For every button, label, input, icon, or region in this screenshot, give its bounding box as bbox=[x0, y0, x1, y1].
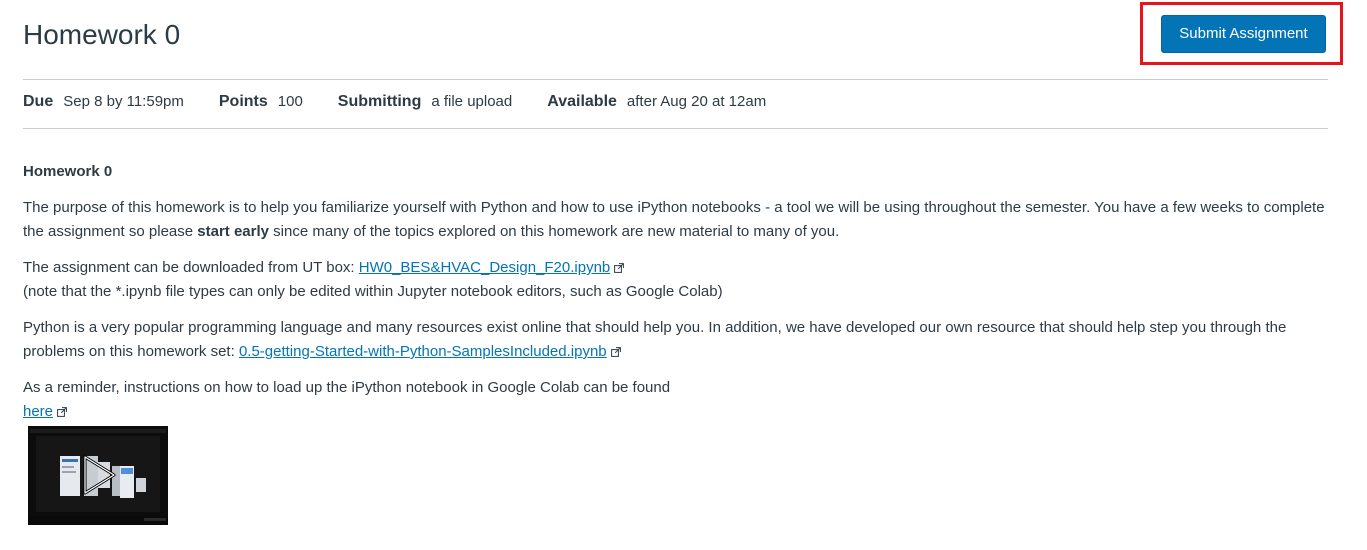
divider bbox=[23, 128, 1328, 129]
due-detail: Due Sep 8 by 11:59pm bbox=[23, 93, 184, 111]
file-type-note: (note that the *.ipynb file types can on… bbox=[23, 283, 723, 300]
external-link-icon bbox=[610, 347, 621, 357]
submitting-detail: Submitting a file upload bbox=[338, 93, 512, 111]
paragraph-text: Python is a very popular programming lan… bbox=[23, 319, 1287, 360]
available-label: Available bbox=[547, 93, 617, 110]
page-title: Homework 0 bbox=[23, 19, 181, 50]
video-preview-image bbox=[28, 426, 168, 525]
external-link-icon bbox=[614, 263, 625, 273]
python-resource-link[interactable]: 0.5-getting-Started-with-Python-SamplesI… bbox=[239, 343, 607, 360]
points-detail: Points 100 bbox=[219, 93, 303, 111]
points-value: 100 bbox=[277, 93, 303, 110]
description-heading: Homework 0 bbox=[23, 163, 113, 180]
assignment-description: Homework 0 The purpose of this homework … bbox=[23, 160, 1328, 436]
video-thumbnail[interactable] bbox=[28, 426, 168, 525]
divider bbox=[23, 79, 1328, 80]
due-label: Due bbox=[23, 93, 54, 110]
external-link-icon bbox=[57, 407, 67, 417]
paragraph-text: since many of the topics explored on thi… bbox=[269, 223, 840, 240]
submit-assignment-button[interactable]: Submit Assignment bbox=[1161, 15, 1326, 53]
submitting-value: a file upload bbox=[431, 93, 513, 110]
submitting-label: Submitting bbox=[337, 93, 422, 110]
paragraph-text: The assignment can be downloaded from UT… bbox=[23, 259, 359, 276]
emphasis-text: start early bbox=[197, 223, 269, 240]
available-detail: Available after Aug 20 at 12am bbox=[547, 93, 766, 111]
available-value: after Aug 20 at 12am bbox=[626, 93, 767, 110]
paragraph-text: As a reminder, instructions on how to lo… bbox=[23, 379, 671, 396]
reminder-paragraph: As a reminder, instructions on how to lo… bbox=[23, 376, 1328, 424]
assignment-details: Due Sep 8 by 11:59pm Points 100 Submitti… bbox=[23, 93, 801, 115]
colab-instructions-link[interactable]: here bbox=[23, 403, 53, 420]
download-paragraph: The assignment can be downloaded from UT… bbox=[23, 256, 1328, 304]
resources-paragraph: Python is a very popular programming lan… bbox=[23, 316, 1328, 364]
points-label: Points bbox=[218, 93, 268, 110]
assignment-page: Homework 0 Submit Assignment Due Sep 8 b… bbox=[0, 0, 1367, 550]
description-paragraph: The purpose of this homework is to help … bbox=[23, 196, 1328, 244]
homework-file-link[interactable]: HW0_BES&HVAC_Design_F20.ipynb bbox=[359, 259, 611, 276]
due-value: Sep 8 by 11:59pm bbox=[63, 93, 184, 110]
